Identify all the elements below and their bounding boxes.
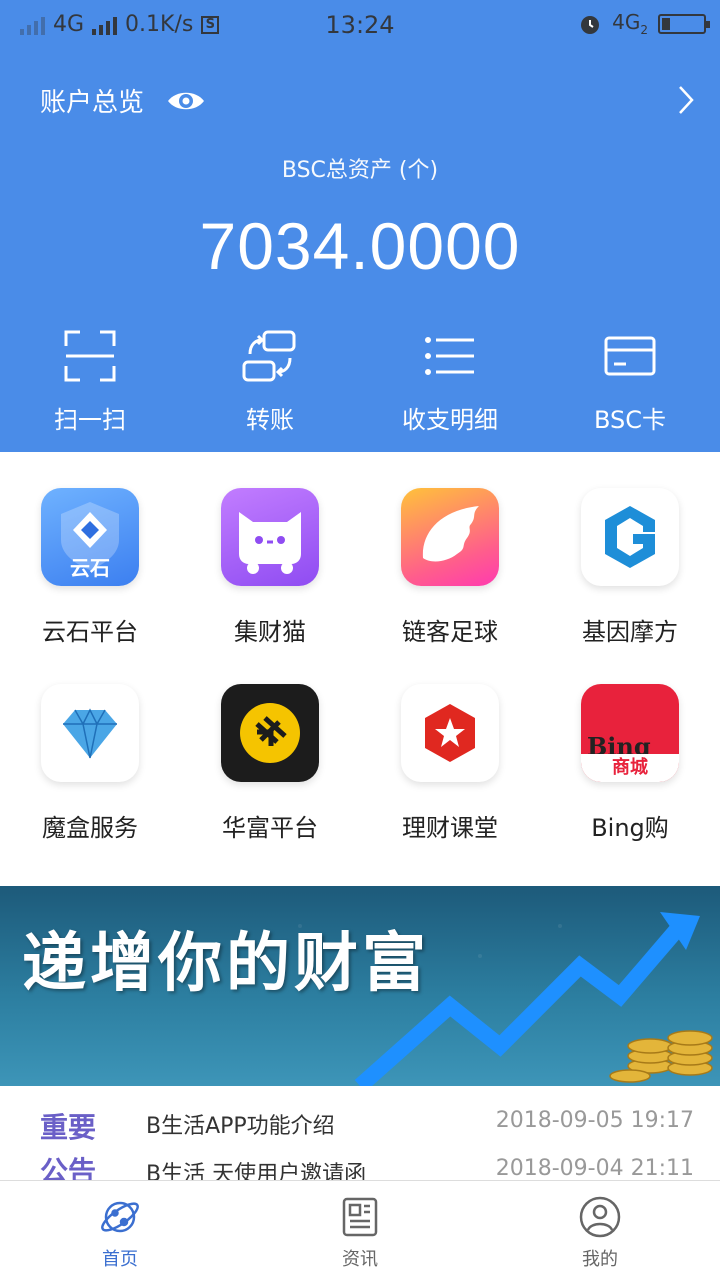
list-icon — [425, 337, 474, 375]
news-icon — [342, 1197, 378, 1237]
tab-news[interactable]: 资讯 — [240, 1181, 480, 1280]
transfer-button[interactable]: 转账 — [180, 328, 360, 435]
app-label: 魔盒服务 — [42, 814, 138, 842]
diamond-icon — [41, 684, 139, 782]
cat-icon — [221, 488, 319, 586]
app-huafu[interactable]: 华富平台 — [180, 684, 360, 880]
eye-icon[interactable] — [166, 88, 206, 114]
profile-icon — [579, 1196, 621, 1238]
app-jicaimao[interactable]: 集财猫 — [180, 488, 360, 684]
app-label: 华富平台 — [222, 814, 318, 842]
notice-title: B生活 天使用户邀请函 — [146, 1162, 367, 1180]
battery-icon — [658, 13, 710, 34]
account-overview[interactable]: 账户总览 — [40, 82, 206, 119]
transfer-label: 转账 — [246, 406, 294, 434]
alarm-icon — [581, 15, 600, 34]
app-mohe-service[interactable]: 魔盒服务 — [0, 684, 180, 880]
app-label: 链客足球 — [402, 618, 498, 646]
notice-date: 2018-09-05 19:17 — [495, 1108, 694, 1133]
app-label: 理财课堂 — [402, 814, 498, 842]
transfer-icon — [242, 330, 296, 382]
app-label: 集财猫 — [234, 618, 306, 646]
tab-label: 资讯 — [342, 1249, 378, 1270]
transactions-button[interactable]: 收支明细 — [360, 328, 540, 435]
transactions-label: 收支明细 — [402, 406, 498, 434]
notice-date: 2018-09-04 21:11 — [495, 1156, 694, 1180]
tab-label: 首页 — [102, 1249, 138, 1270]
bing-icon: Bing购 商城 — [581, 684, 679, 782]
app-gene-mofang[interactable]: 基因摩方 — [540, 488, 720, 684]
bsc-card-button[interactable]: BSC卡 — [540, 328, 720, 435]
account-header: 4G 0.1K/s S 13:24 4G2 账户总览 BSC总资产 (个) 70… — [0, 0, 720, 452]
star-hexagon-icon — [401, 684, 499, 782]
app-grid: 云石 云石平台 集财猫 链客足球 基因摩方 魔盒服务 华富平台 理财课堂 Bin… — [0, 488, 720, 880]
status-bar: 4G 0.1K/s S 13:24 4G2 — [0, 0, 720, 52]
notice-board: 重要公告 B生活APP功能介绍 2018-09-05 19:17 B生活 天使用… — [0, 1086, 720, 1180]
asset-amount: 7034.0000 — [199, 209, 521, 283]
promo-banner[interactable]: 递增你的财富 — [0, 886, 720, 1086]
notice-item[interactable]: B生活 天使用户邀请函 2018-09-04 21:11 — [146, 1156, 694, 1180]
app-licai-class[interactable]: 理财课堂 — [360, 684, 540, 880]
notice-title: B生活APP功能介绍 — [146, 1114, 335, 1139]
gene-g-icon — [581, 488, 679, 586]
card-icon — [604, 336, 656, 376]
banner-headline: 递增你的财富 — [22, 926, 430, 1001]
app-yunshi[interactable]: 云石 云石平台 — [0, 488, 180, 684]
huafu-icon — [221, 684, 319, 782]
app-label: 云石平台 — [42, 618, 138, 646]
notice-tag: 重要公告 — [40, 1111, 97, 1180]
quick-actions: 扫一扫 转账 收支明细 BSC卡 — [0, 328, 720, 435]
scan-icon — [64, 330, 116, 382]
yunshi-icon: 云石 — [41, 488, 139, 586]
app-label: 基因摩方 — [582, 618, 678, 646]
scan-button[interactable]: 扫一扫 — [0, 328, 180, 435]
bsc-card-label: BSC卡 — [593, 406, 667, 434]
account-title: 账户总览 — [40, 88, 145, 118]
asset-label: BSC总资产 (个) — [281, 158, 439, 183]
planet-icon — [101, 1201, 139, 1233]
app-bing-gou[interactable]: Bing购 商城 Bing购 — [540, 684, 720, 880]
app-label: Bing购 — [591, 814, 669, 842]
network-type-right: 4G2 — [612, 10, 648, 37]
tab-home[interactable]: 首页 — [0, 1181, 240, 1280]
home-screen: 4G 0.1K/s S 13:24 4G2 账户总览 BSC总资产 (个) 70… — [0, 0, 720, 1280]
tab-profile[interactable]: 我的 — [480, 1181, 720, 1280]
tab-label: 我的 — [582, 1249, 618, 1270]
chevron-right-icon[interactable] — [676, 84, 696, 116]
app-lianke-football[interactable]: 链客足球 — [360, 488, 540, 684]
notice-item[interactable]: B生活APP功能介绍 2018-09-05 19:17 — [146, 1108, 694, 1140]
bottom-tab-bar: 首页 资讯 我的 — [0, 1180, 720, 1280]
wing-icon — [401, 488, 499, 586]
scan-label: 扫一扫 — [54, 406, 126, 434]
